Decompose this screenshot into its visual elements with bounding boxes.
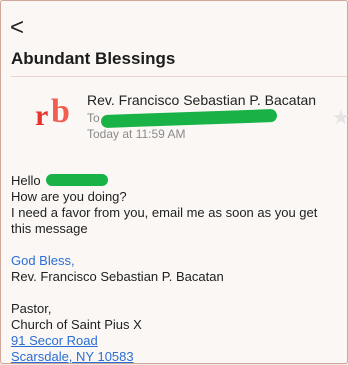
greeting: Hello <box>11 173 41 188</box>
address-link[interactable]: 91 Secor Road <box>11 333 343 349</box>
sign-off: God Bless, <box>11 253 75 268</box>
email-window: < Abundant Blessings r b Rev. Francisco … <box>0 0 348 364</box>
sender-avatar: r b <box>35 95 77 135</box>
header-divider <box>11 76 347 77</box>
body-line: How are you doing? <box>11 189 127 204</box>
signature-name: Rev. Francisco Sebastian P. Bacatan <box>11 269 224 284</box>
avatar-letter: b <box>51 93 70 130</box>
body-line: I need a favor from you, email me as soo… <box>11 205 318 220</box>
email-subject: Abundant Blessings <box>11 49 176 68</box>
name-redaction <box>46 174 109 186</box>
signature-title: Pastor, <box>11 301 52 316</box>
body-line: this message <box>11 221 88 236</box>
recipient-to-label: To <box>87 111 100 125</box>
avatar-letter: r <box>35 99 49 132</box>
recipient-redaction <box>100 108 278 129</box>
address-link[interactable]: Scarsdale, NY 10583 <box>11 349 343 365</box>
sender-name[interactable]: Rev. Francisco Sebastian P. Bacatan <box>87 92 316 108</box>
star-icon[interactable]: ★ <box>332 105 348 130</box>
back-chevron-icon[interactable]: < <box>10 13 30 43</box>
email-body: Hello How are you doing? I need a favor … <box>11 173 343 365</box>
email-date: Today at 11:59 AM <box>87 127 186 141</box>
church-name: Church of Saint Pius X <box>11 317 142 332</box>
